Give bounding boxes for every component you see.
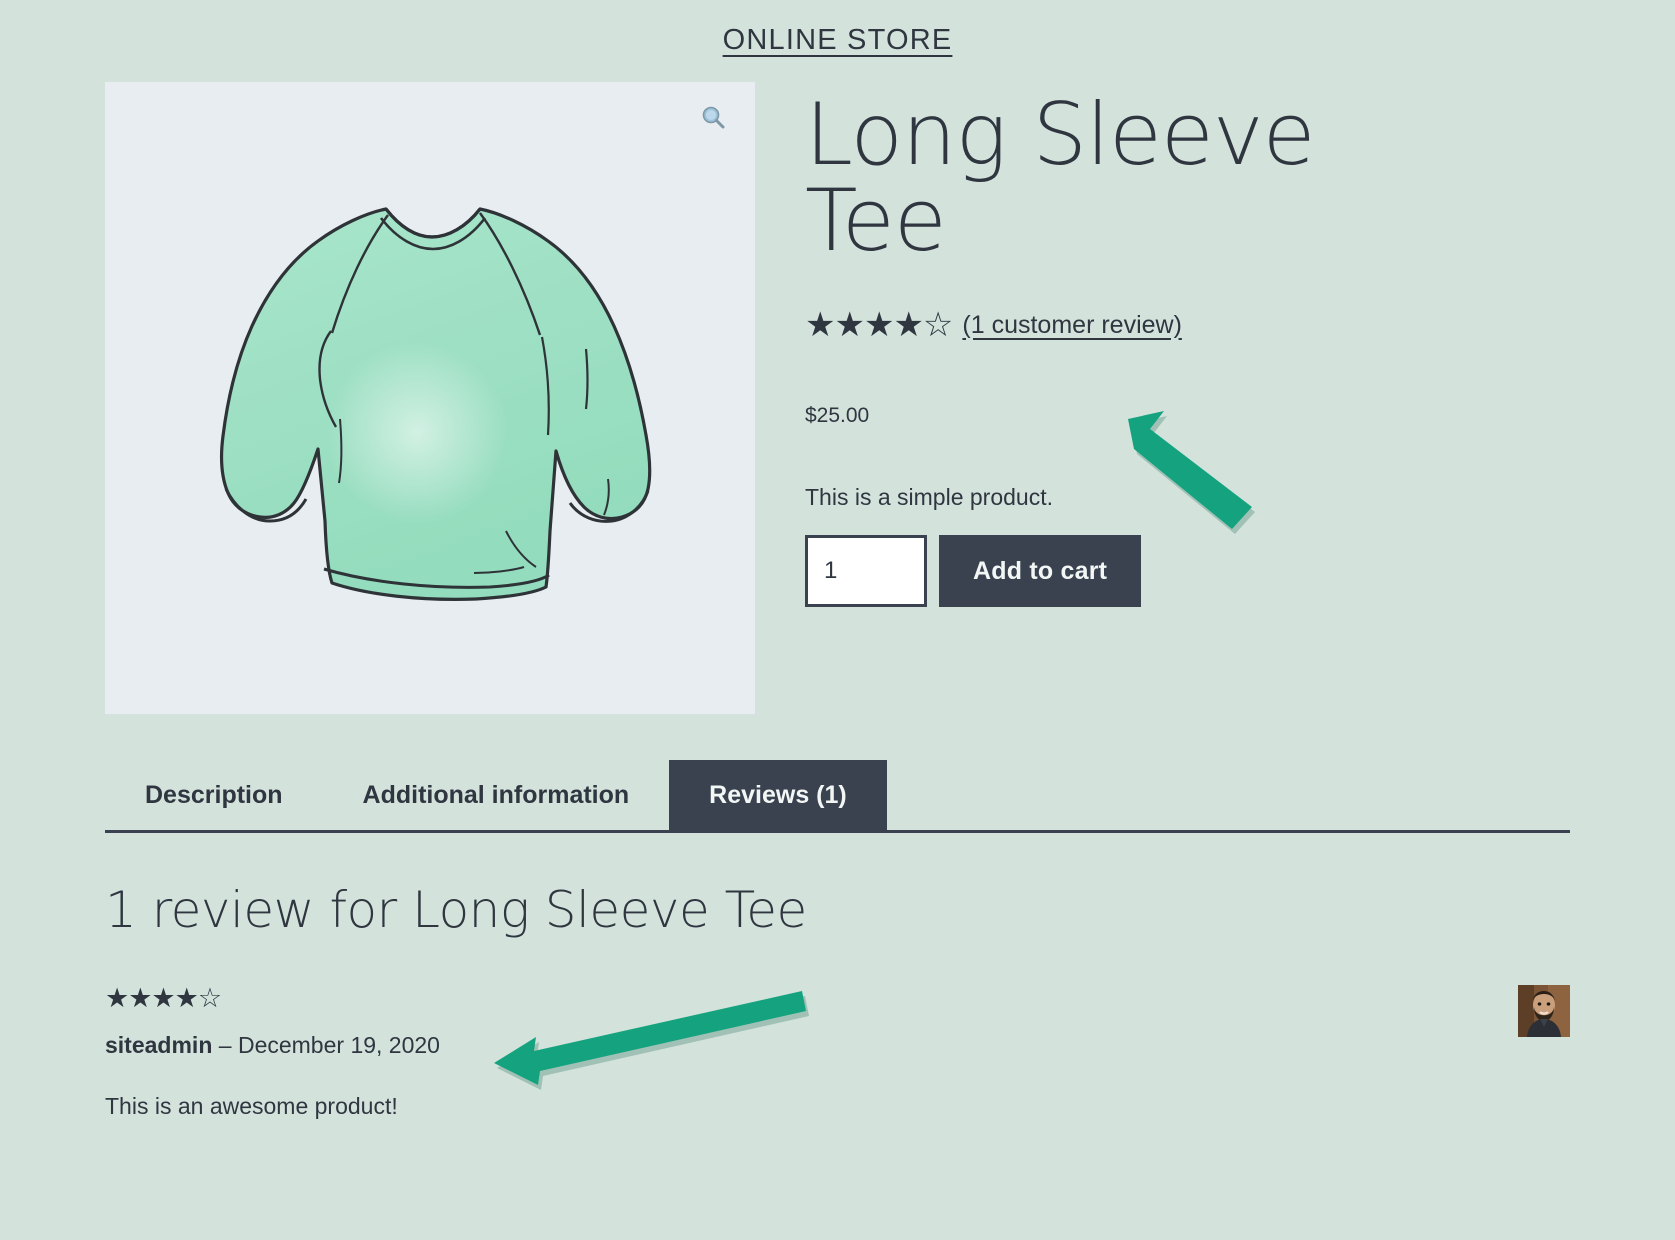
product-summary: Long Sleeve Tee ★★★★☆ (1 customer review… bbox=[755, 82, 1570, 607]
review-text: This is an awesome product! bbox=[105, 1093, 398, 1119]
star-rating-icon: ★★★★☆ bbox=[805, 306, 953, 344]
product-short-description: This is a simple product. bbox=[805, 484, 1053, 510]
tab-description[interactable]: Description bbox=[105, 760, 323, 830]
review-separator: – bbox=[212, 1032, 238, 1058]
add-to-cart-form: Add to cart bbox=[805, 535, 1570, 607]
avatar bbox=[1518, 985, 1570, 1037]
product-image bbox=[190, 191, 670, 631]
magnifier-icon[interactable] bbox=[699, 104, 727, 132]
review-author: siteadmin bbox=[105, 1032, 213, 1058]
product-section: Long Sleeve Tee ★★★★☆ (1 customer review… bbox=[0, 82, 1675, 714]
product-price: $25.00 bbox=[805, 404, 870, 427]
reviews-section: 1 review for Long Sleeve Tee ★★★★☆ sitea… bbox=[0, 881, 1675, 1120]
tab-additional-information[interactable]: Additional information bbox=[323, 760, 670, 830]
site-title-link[interactable]: ONLINE STORE bbox=[723, 24, 953, 57]
customer-review-link[interactable]: (1 customer review) bbox=[962, 311, 1182, 340]
quantity-input[interactable] bbox=[805, 535, 927, 607]
review-item: ★★★★☆ siteadmin – December 19, 2020 This… bbox=[105, 985, 1570, 1120]
product-tabs: Description Additional information Revie… bbox=[105, 760, 1570, 833]
product-gallery[interactable] bbox=[105, 82, 755, 714]
rating-row: ★★★★☆ (1 customer review) bbox=[805, 308, 1570, 342]
add-to-cart-button[interactable]: Add to cart bbox=[939, 535, 1142, 607]
review-date: December 19, 2020 bbox=[237, 1032, 440, 1058]
site-header: ONLINE STORE bbox=[0, 0, 1675, 57]
product-tabs-wrapper: Description Additional information Revie… bbox=[0, 760, 1675, 833]
review-star-rating-icon: ★★★★☆ bbox=[105, 983, 222, 1013]
product-title: Long Sleeve Tee bbox=[805, 85, 1316, 271]
tab-reviews[interactable]: Reviews (1) bbox=[669, 760, 887, 830]
reviews-heading: 1 review for Long Sleeve Tee bbox=[105, 881, 807, 939]
review-meta: siteadmin – December 19, 2020 bbox=[105, 1032, 1570, 1059]
